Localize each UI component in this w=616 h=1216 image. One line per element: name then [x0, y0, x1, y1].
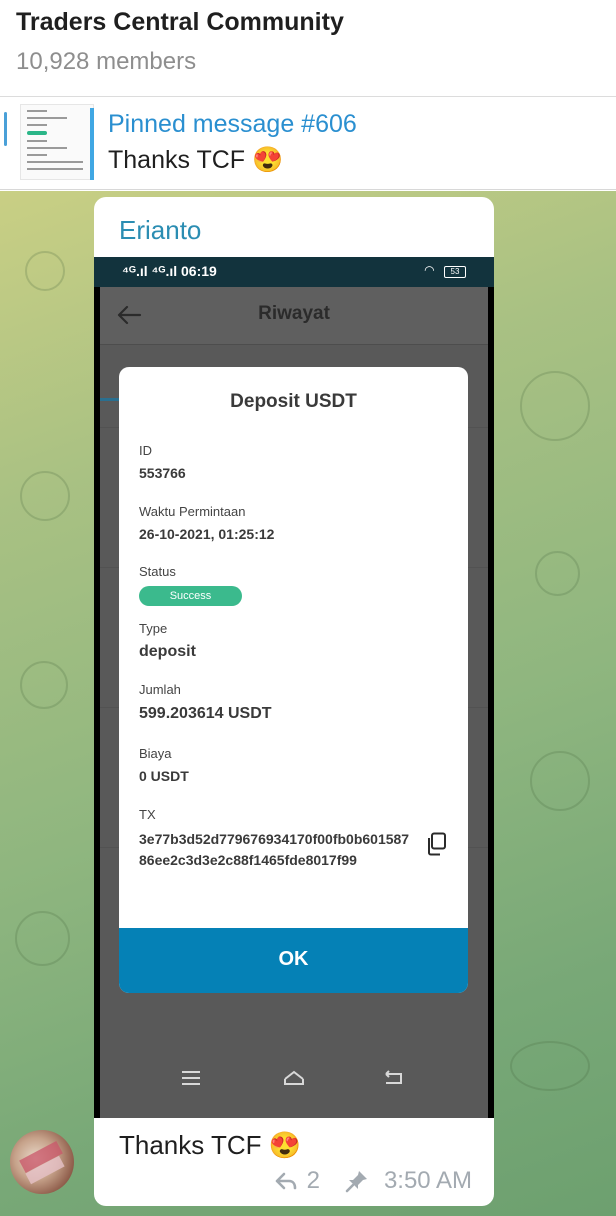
message-time: 3:50 AM [383, 1167, 472, 1194]
id-value: 553766 [139, 465, 186, 481]
chat-header[interactable]: Traders Central Community 10,928 members [0, 0, 616, 97]
menu-icon [182, 1071, 200, 1085]
amount-value: 599.203614 USDT [139, 705, 272, 722]
pinned-text: Thanks TCF 😍 [108, 146, 284, 174]
back-nav-icon [385, 1070, 402, 1084]
reply-count: 2 [306, 1167, 320, 1194]
wifi-icon: ◠ [424, 263, 435, 277]
pinned-accent-line [90, 108, 94, 180]
copy-icon [428, 832, 446, 856]
pinned-message-bar[interactable]: Pinned message #606 Thanks TCF 😍 [0, 98, 616, 190]
fee-label: Biaya [139, 746, 172, 761]
amount-label: Jumlah [139, 682, 181, 697]
message-meta: 2 3:50 AM [273, 1167, 472, 1195]
dialog-title: Deposit USDT [230, 391, 357, 412]
phone-app-bar: Riwayat [100, 287, 488, 345]
fee-value: 0 USDT [139, 768, 189, 784]
status-label: Status [139, 564, 176, 579]
sender-avatar[interactable] [10, 1130, 74, 1194]
time-label: Waktu Permintaan [139, 504, 246, 519]
time-value: 26-10-2021, 01:25:12 [139, 526, 275, 542]
type-value: deposit [139, 643, 196, 660]
chat-title[interactable]: Traders Central Community [16, 8, 344, 37]
status-badge: Success [139, 586, 242, 606]
reply-icon[interactable] [273, 1168, 299, 1194]
member-count: 10,928 members [16, 48, 197, 75]
sender-name[interactable]: Erianto [119, 215, 201, 246]
pin-icon [345, 1171, 367, 1193]
status-time: ⁴ᴳ.ıl ⁴ᴳ.ıl 06:19 [122, 263, 217, 279]
tx-hash: 3e77b3d52d779676934170f00fb0b60158786ee2… [139, 831, 410, 868]
type-label: Type [139, 621, 168, 636]
pinned-title: Pinned message #606 [108, 110, 357, 138]
pinned-thumbnail [20, 104, 94, 180]
battery-icon: 53 [444, 266, 466, 278]
deposit-dialog: Deposit USDT ID 553766 Waktu Permintaan … [119, 367, 468, 993]
pinned-indicator [4, 112, 7, 146]
phone-screen-title: Riwayat [258, 303, 330, 324]
tx-label: TX [139, 807, 156, 822]
status-right: ◠ 53 [424, 263, 466, 278]
phone-nav-bar [100, 1047, 488, 1107]
id-label: ID [139, 443, 152, 458]
home-icon [284, 1070, 304, 1085]
ok-button: OK [119, 928, 468, 993]
phone-status-bar: ⁴ᴳ.ıl ⁴ᴳ.ıl 06:19 ◠ 53 [94, 257, 494, 287]
message-caption: Thanks TCF 😍 [119, 1130, 302, 1160]
